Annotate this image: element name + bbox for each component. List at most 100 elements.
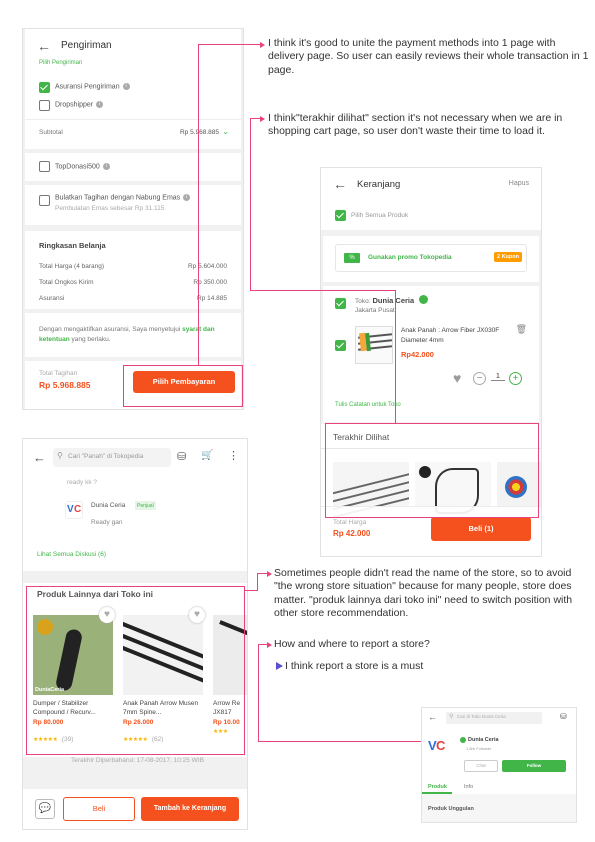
back-arrow-icon[interactable]: ← <box>428 712 437 722</box>
total-label: Total Tagihan <box>39 370 78 377</box>
dropship-checkbox[interactable] <box>39 100 50 111</box>
more-vertical-icon[interactable]: ⋮ <box>228 449 239 462</box>
shop-name[interactable]: Dunia Ceria <box>373 296 415 305</box>
annotation-note: I think report a store is a must <box>285 660 424 672</box>
qty-input[interactable]: 1 <box>491 373 505 381</box>
highlight-box <box>26 586 245 755</box>
discussion-section: ready kk ? V C Dunia Ceria Penjual Ready… <box>23 479 247 571</box>
tab-info[interactable]: Info <box>464 784 473 790</box>
store-screen: ← ⚲ Cari di Toko Dunia Ceria ⛁ V C Dunia… <box>421 707 577 823</box>
product-checkbox[interactable] <box>335 340 346 351</box>
gold-merchant-icon <box>460 737 466 743</box>
annotation-note: Sometimes people didn't read the name of… <box>274 567 573 619</box>
shop-card: Toko: Dunia Ceria Jakarta Pusat Anak Pan… <box>323 286 539 422</box>
checkout-screen: ← Pengiriman Pilih Pengiriman Asuransi P… <box>22 28 244 410</box>
shop-checkbox[interactable] <box>335 298 346 309</box>
annotation-note: How and where to report a store? <box>274 638 430 650</box>
terms-section: Dengan mengaktifkan asuransi, Saya menye… <box>25 313 241 357</box>
wishlist-heart-icon[interactable]: ♥ <box>453 370 461 386</box>
delete-link[interactable]: Hapus <box>509 180 529 187</box>
search-input[interactable]: ⚲ Cari "Panah" di Tokopedia <box>53 448 171 467</box>
total-label: Total Harga <box>333 519 367 526</box>
chat-button[interactable]: Chat <box>464 760 498 772</box>
info-icon[interactable]: i <box>102 163 110 170</box>
add-to-cart-button[interactable]: Tambah ke Keranjang <box>141 797 239 821</box>
coupon-icon: % <box>344 253 360 263</box>
connector-line <box>257 573 259 591</box>
insurance-checkbox[interactable] <box>39 82 50 93</box>
buy-button[interactable]: Beli <box>63 797 135 821</box>
donation-section: TopDonasi500 i <box>25 153 241 181</box>
search-input[interactable]: ⚲ Cari di Toko Dunia Ceria <box>446 712 542 724</box>
follow-button[interactable]: Follow <box>502 760 566 772</box>
trash-icon[interactable]: 🗑 <box>516 324 527 335</box>
store-followers: 1,8rb Follower <box>466 746 492 751</box>
search-icon: ⚲ <box>57 451 63 460</box>
info-icon[interactable]: i <box>122 83 130 90</box>
all-discussion-link[interactable]: Lihat Semua Diskusi (6) <box>37 551 106 558</box>
info-icon[interactable]: i <box>96 101 104 108</box>
connector-line <box>250 118 252 291</box>
seller-avatar: V C <box>65 501 83 519</box>
connector-line <box>250 290 395 292</box>
buy-button[interactable]: Beli (1) <box>431 517 531 541</box>
shipping-options: Pilih Pengiriman Asuransi Pengiriman i Dr… <box>25 60 241 149</box>
subtotal-value: Rp 5.968.885 <box>179 129 219 136</box>
product-image[interactable] <box>355 326 393 364</box>
seller-name: Dunia Ceria <box>91 502 126 509</box>
chevron-down-icon[interactable]: ⌄ <box>222 127 229 136</box>
donation-checkbox[interactable] <box>39 161 50 172</box>
connector-line <box>257 573 267 575</box>
share-icon[interactable]: ⛁ <box>177 450 186 463</box>
comment-text: ready kk ? <box>67 479 97 486</box>
qty-minus-button[interactable]: − <box>473 372 486 385</box>
connector-line <box>258 741 421 743</box>
connector-arrow-icon <box>260 41 265 48</box>
connector-arrow-icon <box>267 641 272 648</box>
chat-icon[interactable]: 💬 <box>35 799 55 819</box>
select-all-checkbox[interactable] <box>335 210 346 221</box>
promo-section: % Gunakan promo Tokopedia 2 Kupon <box>323 236 539 282</box>
dropship-label: Dropshipper <box>55 101 94 109</box>
share-icon[interactable]: ⛁ <box>560 712 567 721</box>
back-arrow-icon[interactable]: ← <box>333 176 347 192</box>
seller-badge: Penjual <box>135 501 156 510</box>
gold-subtext: Pembulatan Emas sebesar Rp 31.115 <box>55 205 165 212</box>
promo-banner[interactable]: % Gunakan promo Tokopedia 2 Kupon <box>335 244 527 272</box>
connector-line <box>198 44 200 365</box>
product-header: ← ⚲ Cari "Panah" di Tokopedia ⛁ 🛒 ⋮ <box>23 439 247 479</box>
note-link[interactable]: Tulis Catatan untuk Toko <box>335 402 401 408</box>
subtotal-label: Subtotal <box>39 129 63 136</box>
updated-text: Terakhir Diperbaharui: 17-08-2017, 10:25… <box>71 757 204 764</box>
cart-icon[interactable]: 🛒 <box>201 450 213 461</box>
connector-line <box>198 44 260 46</box>
back-arrow-icon[interactable]: ← <box>37 38 51 54</box>
product-footer: 💬 Beli Tambah ke Keranjang <box>23 789 247 829</box>
shop-city: Jakarta Pusat <box>355 307 395 314</box>
page-title: Pengiriman <box>61 40 112 51</box>
search-placeholder: Cari di Toko Dunia Ceria <box>457 714 506 719</box>
product-name[interactable]: Anak Panah : Arrow Fiber JX030F Diameter… <box>401 326 511 346</box>
search-placeholder: Cari "Panah" di Tokopedia <box>68 453 144 460</box>
gold-section: Bulatkan Tagihan dengan Nabung Emas i Pem… <box>25 185 241 225</box>
select-all-label: Pilih Semua Produk <box>351 212 409 219</box>
cart-header: ← Keranjang Hapus Pilih Semua Produk <box>321 168 541 230</box>
total-value: Rp 5.968.885 <box>39 380 91 390</box>
gold-merchant-icon <box>419 295 428 304</box>
connector-line <box>395 290 397 423</box>
total-value: Rp 42.000 <box>333 529 371 538</box>
connector-arrow-icon <box>267 570 272 577</box>
promo-badge: 2 Kupon <box>494 252 522 262</box>
tab-product[interactable]: Produk <box>428 784 447 790</box>
qty-plus-button[interactable]: + <box>509 372 522 385</box>
connector-line <box>258 644 260 742</box>
promo-label: Gunakan promo Tokopedia <box>368 254 452 261</box>
back-arrow-icon[interactable]: ← <box>33 450 46 465</box>
connector-line <box>258 644 267 646</box>
gold-checkbox[interactable] <box>39 195 50 206</box>
info-icon[interactable]: i <box>183 194 191 201</box>
connector-line <box>245 590 257 592</box>
cut-label: Pilih Pengiriman <box>39 60 83 66</box>
product-price: Rp42.000 <box>401 350 434 359</box>
featured-title: Produk Unggulan <box>428 806 474 812</box>
